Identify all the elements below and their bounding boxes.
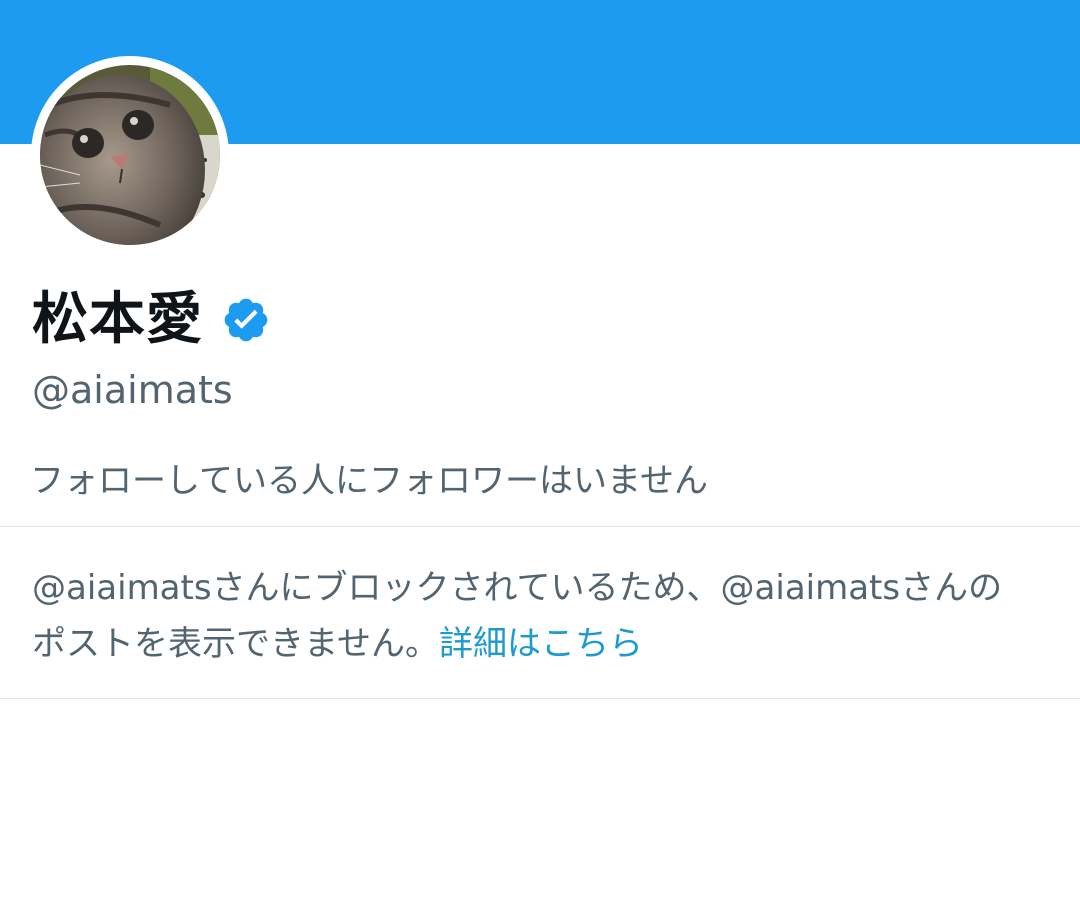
divider xyxy=(0,526,1080,527)
profile-handle: @aiaimats xyxy=(32,368,233,412)
cat-avatar-image xyxy=(40,65,220,245)
blocked-notice-line1: @aiaimatsさんにブロックされているため、@aiaimatsさんの xyxy=(32,568,1003,608)
learn-more-link[interactable]: 詳細はこちら xyxy=(439,624,643,664)
name-row: 松本愛 xyxy=(32,282,271,358)
display-name: 松本愛 xyxy=(32,287,203,352)
followers-you-know[interactable]: フォローしている人にフォロワーはいません xyxy=(30,456,708,506)
avatar[interactable] xyxy=(40,65,220,245)
verified-badge-icon[interactable] xyxy=(221,295,271,345)
profile-page: 松本愛 @aiaimats フォローしている人にフォロワーはいません @aiai… xyxy=(0,0,1080,910)
blocked-notice: @aiaimatsさんにブロックされているため、@aiaimatsさんの ポスト… xyxy=(32,560,1042,672)
divider xyxy=(0,698,1080,699)
blocked-notice-line2: ポストを表示できません。 xyxy=(32,624,439,664)
avatar-ring xyxy=(31,56,229,254)
